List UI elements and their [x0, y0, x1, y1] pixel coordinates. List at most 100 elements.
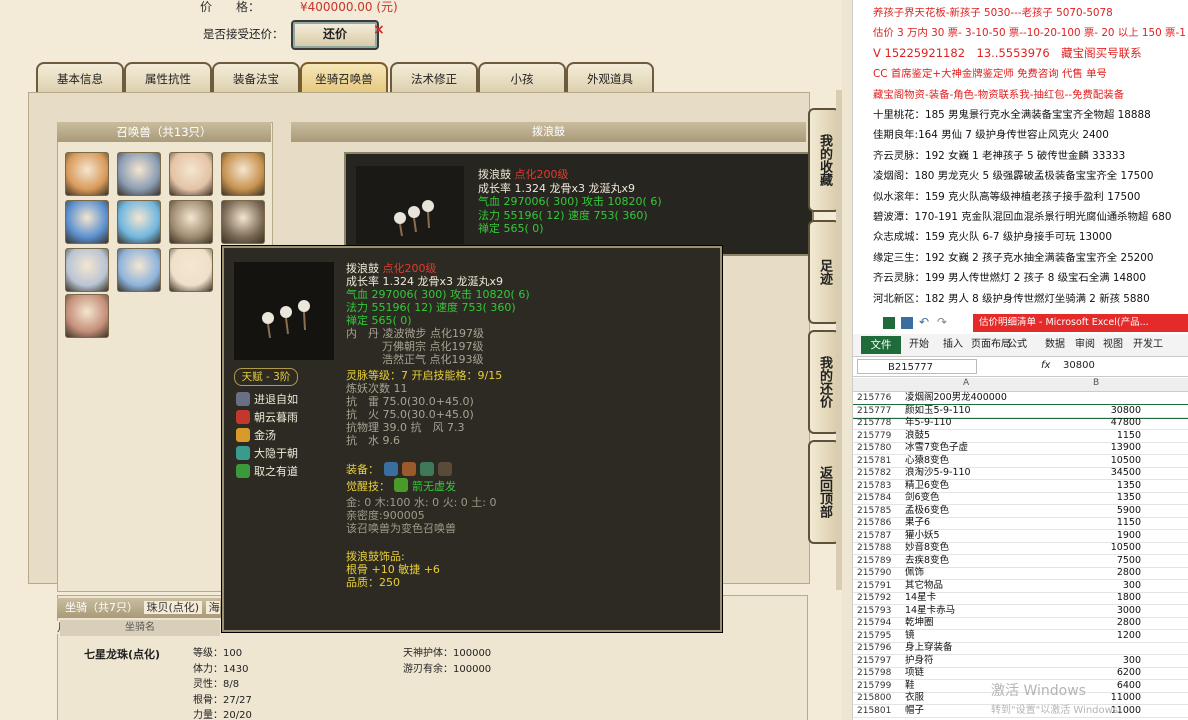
- cell-a[interactable]: 护身符: [905, 655, 934, 667]
- cell-a[interactable]: 果子6: [905, 517, 930, 529]
- summon-pet-avatar[interactable]: [169, 248, 213, 292]
- skill-icon[interactable]: [236, 410, 250, 424]
- cell-a[interactable]: 镜: [905, 630, 915, 642]
- save-icon[interactable]: [901, 317, 913, 329]
- summon-pet-avatar[interactable]: [117, 200, 161, 244]
- tab-appearance[interactable]: 外观道具: [566, 62, 654, 94]
- table-row[interactable]: 215797 护身符 300: [853, 655, 1188, 668]
- row-number[interactable]: 215800: [857, 692, 905, 704]
- ribbon-tab[interactable]: 公式: [1007, 336, 1027, 354]
- summon-pet-avatar[interactable]: [169, 200, 213, 244]
- row-number[interactable]: 215782: [857, 467, 905, 479]
- equip-slot-icon[interactable]: [402, 462, 416, 476]
- cell-a[interactable]: 佩饰: [905, 567, 924, 579]
- table-row[interactable]: 215792 14星卡 1800: [853, 592, 1188, 606]
- table-row[interactable]: 215780 冰雪7变色子虚 13900: [853, 442, 1188, 456]
- tab-equipment[interactable]: 装备法宝: [212, 62, 300, 94]
- cell-b[interactable]: 5900: [1039, 505, 1141, 517]
- summon-pet-avatar[interactable]: [221, 152, 265, 196]
- table-row[interactable]: 215777 颜如玉5-9-110 30800: [853, 403, 1188, 419]
- row-number[interactable]: 215781: [857, 455, 905, 467]
- cell-b[interactable]: 10500: [1039, 455, 1141, 467]
- cell-a[interactable]: 14星卡赤马: [905, 605, 955, 617]
- redo-icon[interactable]: ↷: [937, 315, 947, 329]
- cell-b[interactable]: 1350: [1039, 492, 1141, 504]
- mount-tab-1[interactable]: 珠贝(点化): [143, 601, 203, 614]
- undo-icon[interactable]: ↶: [919, 315, 929, 329]
- cell-a[interactable]: 凌烟阁200男龙400000: [905, 392, 1007, 404]
- ribbon-tab[interactable]: 视图: [1103, 336, 1123, 354]
- cell-b[interactable]: 1350: [1039, 480, 1141, 492]
- cell-a[interactable]: 冰雪7变色子虚: [905, 442, 968, 454]
- table-row[interactable]: 215798 项链 6200: [853, 667, 1188, 681]
- cell-a[interactable]: 精卫6变色: [905, 480, 949, 492]
- cell-a[interactable]: 孟极6变色: [905, 505, 949, 517]
- table-row[interactable]: 215796 身上穿装备: [853, 642, 1188, 656]
- col-header-a[interactable]: A: [963, 378, 969, 388]
- table-row[interactable]: 215776 凌烟阁200男龙400000: [853, 392, 1188, 406]
- table-row[interactable]: 215786 果子6 1150: [853, 517, 1188, 531]
- summon-pet-avatar[interactable]: [65, 294, 109, 338]
- cell-b[interactable]: 3000: [1039, 605, 1141, 617]
- cell-b[interactable]: 300: [1039, 580, 1141, 592]
- cell-b[interactable]: 2800: [1039, 567, 1141, 579]
- table-row[interactable]: 215791 其它物品 300: [853, 580, 1188, 593]
- cell-b[interactable]: 34500: [1039, 467, 1141, 479]
- skill-icon[interactable]: [236, 392, 250, 406]
- cell-a[interactable]: 浪淘沙5-9-110: [905, 467, 971, 479]
- skill-icon[interactable]: [236, 446, 250, 460]
- row-number[interactable]: 215778: [857, 417, 905, 429]
- cell-b[interactable]: 2800: [1039, 617, 1141, 629]
- table-row[interactable]: 215795 镜 1200: [853, 630, 1188, 643]
- cell-a[interactable]: 獾小妖5: [905, 530, 940, 542]
- summon-pet-avatar[interactable]: [65, 200, 109, 244]
- table-row[interactable]: 215788 妙音8变色 10500: [853, 542, 1188, 556]
- page-scrollbar[interactable]: [836, 90, 842, 590]
- row-number[interactable]: 215789: [857, 555, 905, 567]
- row-number[interactable]: 215796: [857, 642, 905, 654]
- table-row[interactable]: 215778 年5-9-110 47800: [853, 417, 1188, 431]
- table-row[interactable]: 215779 浪鼓5 1150: [853, 430, 1188, 443]
- row-number[interactable]: 215776: [857, 392, 905, 404]
- table-row[interactable]: 215787 獾小妖5 1900: [853, 530, 1188, 543]
- cell-b[interactable]: 6200: [1039, 667, 1141, 679]
- table-row[interactable]: 215789 去疾8变色 7500: [853, 555, 1188, 568]
- row-number[interactable]: 215794: [857, 617, 905, 629]
- awaken-skill-icon[interactable]: [394, 478, 408, 492]
- cell-b[interactable]: 13900: [1039, 442, 1141, 454]
- row-number[interactable]: 215793: [857, 605, 905, 617]
- formula-value[interactable]: 30800: [1063, 360, 1095, 371]
- table-row[interactable]: 215784 剑6变色 1350: [853, 492, 1188, 506]
- ribbon-tab[interactable]: 页面布局: [971, 336, 1011, 354]
- cell-a[interactable]: 14星卡: [905, 592, 936, 604]
- tab-spell-correction[interactable]: 法术修正: [390, 62, 478, 94]
- col-header-b[interactable]: B: [1093, 378, 1099, 388]
- ribbon-tab[interactable]: 开始: [909, 336, 929, 354]
- cell-a[interactable]: 衣服: [905, 692, 924, 704]
- skill-icon[interactable]: [236, 428, 250, 442]
- table-row[interactable]: 215782 浪淘沙5-9-110 34500: [853, 467, 1188, 481]
- table-row[interactable]: 215794 乾坤圈 2800: [853, 617, 1188, 631]
- row-number[interactable]: 215785: [857, 505, 905, 517]
- cell-a[interactable]: 项链: [905, 667, 924, 679]
- row-number[interactable]: 215779: [857, 430, 905, 442]
- row-number[interactable]: 215783: [857, 480, 905, 492]
- summon-pet-avatar[interactable]: [65, 248, 109, 292]
- row-number[interactable]: 215777: [857, 405, 905, 417]
- cell-a[interactable]: 身上穿装备: [905, 642, 953, 654]
- cell-b[interactable]: 1150: [1039, 517, 1141, 529]
- summon-pet-avatar[interactable]: [65, 152, 109, 196]
- equip-slot-icon[interactable]: [438, 462, 452, 476]
- row-number[interactable]: 215801: [857, 705, 905, 717]
- table-row[interactable]: 215793 14星卡赤马 3000: [853, 605, 1188, 618]
- skill-icon[interactable]: [236, 464, 250, 478]
- row-number[interactable]: 215795: [857, 630, 905, 642]
- counter-offer-button[interactable]: 还价: [291, 20, 379, 50]
- cell-b[interactable]: 30800: [1039, 405, 1141, 417]
- fx-icon[interactable]: fx: [1041, 360, 1050, 371]
- row-number[interactable]: 215791: [857, 580, 905, 592]
- cell-a[interactable]: 剑6变色: [905, 492, 940, 504]
- table-row[interactable]: 215790 佩饰 2800: [853, 567, 1188, 581]
- tab-basic-info[interactable]: 基本信息: [36, 62, 124, 94]
- tab-mount-summon[interactable]: 坐骑召唤兽: [300, 62, 388, 94]
